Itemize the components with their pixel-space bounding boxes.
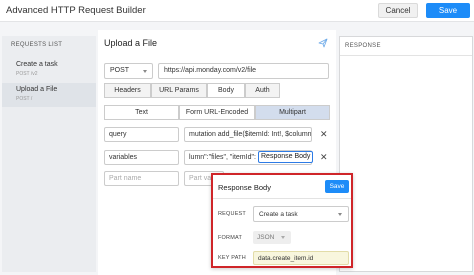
cancel-button[interactable]: Cancel [378, 3, 418, 18]
request-select-value: Create a task [259, 211, 298, 218]
response-body-popover: Response Body Save REQUEST Create a task… [211, 173, 353, 268]
send-icon[interactable] [318, 38, 328, 48]
sidebar-title: REQUESTS LIST [11, 42, 63, 48]
part-name-field[interactable]: query [104, 127, 179, 142]
request-name: Upload a File [16, 86, 58, 93]
header-bar: Advanced HTTP Request Builder Cancel Sav… [0, 0, 474, 22]
format-select[interactable]: JSON [253, 231, 291, 244]
chevron-down-icon [281, 236, 285, 239]
chevron-down-icon [143, 70, 147, 73]
keypath-label: KEY PATH [218, 255, 246, 261]
response-body-token[interactable]: Response Body [258, 151, 314, 163]
method-value: POST [110, 67, 130, 74]
body-type-text[interactable]: Text [104, 105, 179, 120]
sidebar-item-upload-file[interactable]: Upload a File POST / [2, 83, 96, 107]
divider [340, 55, 472, 56]
app-title: Advanced HTTP Request Builder [6, 5, 146, 16]
body-type-form-url-encoded[interactable]: Form URL-Encoded [179, 105, 255, 120]
response-title: RESPONSE [345, 43, 381, 49]
part-value-field[interactable]: mutation add_file($itemId: Int!, $column [184, 127, 312, 142]
tab-auth[interactable]: Auth [245, 83, 280, 98]
tab-url-params[interactable]: URL Params [151, 83, 207, 98]
url-input[interactable]: https://api.monday.com/v2/file [158, 63, 329, 79]
request-label: REQUEST [218, 211, 246, 217]
popover-title: Response Body [218, 183, 271, 192]
popover-save-button[interactable]: Save [325, 180, 349, 193]
save-button[interactable]: Save [426, 3, 470, 18]
tab-headers[interactable]: Headers [104, 83, 151, 98]
chevron-down-icon [338, 213, 342, 216]
sidebar-item-create-task[interactable]: Create a task POST /v2 [2, 58, 96, 82]
keypath-input[interactable]: data.create_item.id [253, 251, 349, 265]
popover-header: Response Body Save [213, 175, 351, 199]
app-window: Advanced HTTP Request Builder Cancel Sav… [0, 0, 474, 275]
request-method: POST /v2 [16, 71, 38, 77]
part-name-field[interactable]: variables [104, 150, 179, 165]
close-icon[interactable]: ✕ [320, 130, 328, 139]
tab-body[interactable]: Body [207, 83, 245, 98]
method-select[interactable]: POST [104, 63, 153, 79]
request-select[interactable]: Create a task [253, 206, 349, 222]
new-part-name-input[interactable]: Part name [104, 171, 179, 186]
format-label: FORMAT [218, 235, 243, 241]
request-title: Upload a File [104, 38, 158, 48]
request-name: Create a task [16, 61, 58, 68]
close-icon[interactable]: ✕ [320, 153, 328, 162]
body-type-multipart[interactable]: Multipart [255, 105, 330, 120]
requests-sidebar: REQUESTS LIST Create a task POST /v2 Upl… [2, 36, 96, 272]
request-method: POST / [16, 96, 33, 102]
response-panel: RESPONSE [339, 36, 473, 272]
format-value: JSON [257, 234, 275, 241]
